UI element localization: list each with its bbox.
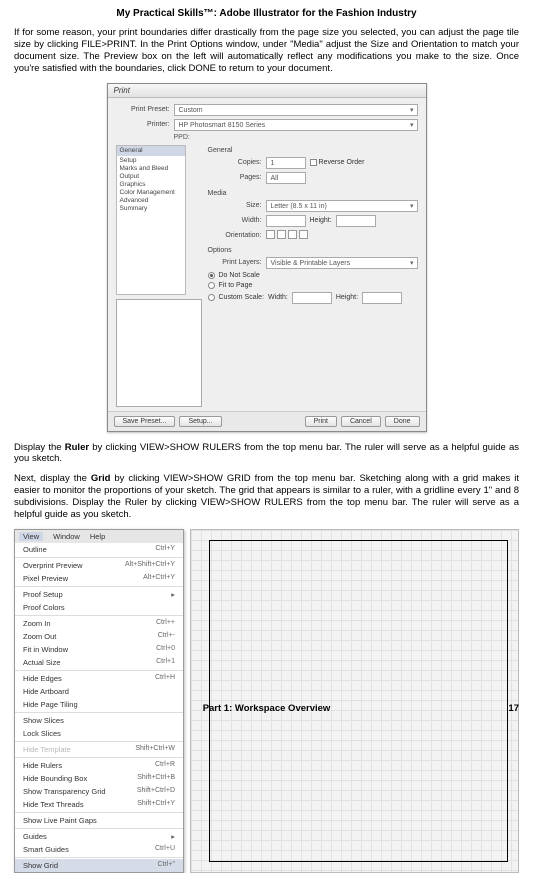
menu-item[interactable]: Show Slices — [15, 714, 183, 727]
copies-input[interactable]: 1 — [266, 157, 306, 169]
orientation-label: Orientation: — [208, 232, 262, 239]
page-title: My Practical Skills™: Adobe Illustrator … — [14, 8, 519, 19]
page-footer: Part 1: Workspace Overview 17 — [14, 703, 519, 714]
custom-width-input[interactable] — [292, 292, 332, 304]
preview-box — [116, 299, 202, 407]
menu-item[interactable]: Actual SizeCtrl+1 — [15, 656, 183, 669]
grid-canvas — [190, 529, 519, 873]
layers-select[interactable]: Visible & Printable Layers — [266, 257, 418, 269]
menu-item[interactable]: OutlineCtrl+Y — [15, 543, 183, 556]
menu-view[interactable]: View — [19, 532, 43, 541]
print-dialog: Print Print Preset: Custom Printer: HP P… — [107, 83, 427, 432]
setup-button[interactable]: Setup... — [179, 416, 221, 427]
menu-window[interactable]: Window — [53, 532, 80, 541]
section-options: Options — [208, 247, 418, 254]
width-label: Width: — [208, 217, 262, 224]
view-menu: View Window Help OutlineCtrl+Y Overprint … — [14, 529, 184, 873]
menu-item[interactable]: Guides — [15, 830, 183, 843]
ppd-label: PPD: — [174, 134, 418, 141]
menu-item[interactable]: Hide Bounding BoxShift+Ctrl+B — [15, 772, 183, 785]
layers-label: Print Layers: — [208, 259, 262, 266]
paragraph-2: Display the Ruler by clicking VIEW>SHOW … — [14, 442, 519, 466]
done-button[interactable]: Done — [385, 416, 420, 427]
size-label: Size: — [208, 202, 262, 209]
menubar: View Window Help — [15, 530, 183, 543]
section-list[interactable]: General Setup Marks and Bleed Output Gra… — [116, 145, 186, 295]
list-item[interactable]: Marks and Bleed — [120, 165, 182, 173]
menu-item[interactable]: Lock Slices — [15, 727, 183, 740]
size-select[interactable]: Letter (8.5 x 11 in) — [266, 200, 418, 212]
paragraph-3: Next, display the Grid by clicking VIEW>… — [14, 473, 519, 521]
dialog-title: Print — [108, 84, 426, 98]
list-item[interactable]: General — [117, 146, 185, 156]
height-label: Height: — [310, 217, 332, 224]
fit-label: Fit to Page — [219, 282, 253, 289]
list-item[interactable]: Graphics — [120, 181, 182, 189]
menu-item[interactable]: Proof Colors — [15, 601, 183, 614]
no-scale-label: Do Not Scale — [219, 272, 260, 279]
list-item[interactable]: Output — [120, 173, 182, 181]
section-media: Media — [208, 190, 418, 197]
print-dialog-figure: Print Print Preset: Custom Printer: HP P… — [14, 83, 519, 432]
paragraph-1: If for some reason, your print boundarie… — [14, 27, 519, 75]
menu-item[interactable]: Smart GuidesCtrl+U — [15, 843, 183, 856]
list-item[interactable]: Setup — [120, 157, 182, 165]
artboard-outline — [209, 540, 508, 862]
copies-label: Copies: — [208, 159, 262, 166]
menu-item[interactable]: Proof Setup — [15, 588, 183, 601]
no-scale-radio[interactable] — [208, 272, 215, 279]
ch-label: Height: — [336, 294, 358, 301]
menu-item[interactable]: Hide Artboard — [15, 685, 183, 698]
menu-item[interactable]: Show GridCtrl+" — [15, 859, 183, 872]
menu-item[interactable]: Hide Text ThreadsShift+Ctrl+Y — [15, 798, 183, 811]
custom-radio[interactable] — [208, 294, 215, 301]
menu-item[interactable]: Zoom OutCtrl+- — [15, 630, 183, 643]
list-item[interactable]: Advanced — [120, 197, 182, 205]
menu-item[interactable]: Show Transparency GridShift+Ctrl+D — [15, 785, 183, 798]
custom-height-input[interactable] — [362, 292, 402, 304]
preset-select[interactable]: Custom — [174, 104, 418, 116]
width-input[interactable] — [266, 215, 306, 227]
pages-label: Pages: — [208, 174, 262, 181]
view-menu-figure: View Window Help OutlineCtrl+Y Overprint … — [14, 529, 519, 873]
orientation-icons[interactable] — [266, 230, 310, 241]
reverse-checkbox[interactable] — [310, 159, 317, 166]
cw-label: Width: — [268, 294, 288, 301]
page-number: 17 — [508, 703, 519, 714]
list-item[interactable]: Summary — [120, 205, 182, 213]
menu-item[interactable]: Overprint PreviewAlt+Shift+Ctrl+Y — [15, 559, 183, 572]
menu-item: Hide TemplateShift+Ctrl+W — [15, 743, 183, 756]
menu-item[interactable]: Pixel PreviewAlt+Ctrl+Y — [15, 572, 183, 585]
cancel-button[interactable]: Cancel — [341, 416, 381, 427]
print-button[interactable]: Print — [305, 416, 337, 427]
height-input[interactable] — [336, 215, 376, 227]
list-item[interactable]: Color Management — [120, 189, 182, 197]
menu-item[interactable]: Hide EdgesCtrl+H — [15, 672, 183, 685]
pages-input[interactable]: All — [266, 172, 306, 184]
preset-label: Print Preset: — [116, 106, 170, 113]
printer-label: Printer: — [116, 121, 170, 128]
menu-help[interactable]: Help — [90, 532, 105, 541]
menu-item[interactable]: Hide RulersCtrl+R — [15, 759, 183, 772]
printer-select[interactable]: HP Photosmart 8150 Series — [174, 119, 418, 131]
menu-item[interactable]: Fit in WindowCtrl+0 — [15, 643, 183, 656]
save-preset-button[interactable]: Save Preset... — [114, 416, 176, 427]
custom-label: Custom Scale: — [219, 294, 265, 301]
section-general: General — [208, 147, 418, 154]
reverse-label: Reverse Order — [319, 159, 365, 166]
footer-label: Part 1: Workspace Overview — [203, 703, 331, 714]
menu-item[interactable]: Show Live Paint Gaps — [15, 814, 183, 827]
menu-item[interactable]: Zoom InCtrl++ — [15, 617, 183, 630]
fit-radio[interactable] — [208, 282, 215, 289]
